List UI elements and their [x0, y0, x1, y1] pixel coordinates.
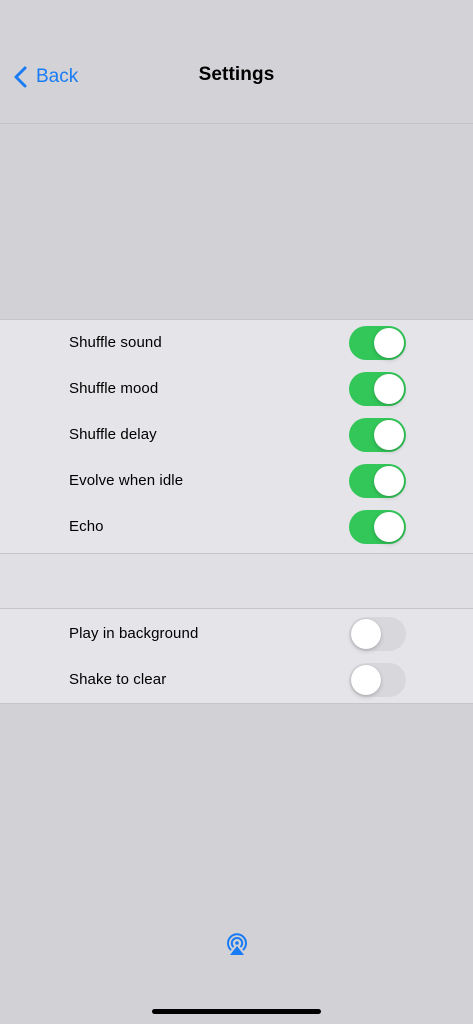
- row-shuffle-delay: Shuffle delay: [0, 412, 473, 458]
- section-spacer: [0, 554, 473, 608]
- page-title: Settings: [198, 64, 275, 85]
- toggle-section-shuffle: Shuffle sound Shuffle mood Shuffle delay…: [0, 319, 473, 554]
- shake-to-clear-toggle[interactable]: [349, 663, 406, 697]
- shuffle-sound-label: Shuffle sound: [69, 334, 162, 351]
- shuffle-mood-toggle[interactable]: [349, 372, 406, 406]
- toggle-knob: [374, 420, 404, 450]
- shuffle-sound-toggle[interactable]: [349, 326, 406, 360]
- row-shuffle-sound: Shuffle sound: [0, 320, 473, 366]
- toggle-knob: [374, 328, 404, 358]
- home-indicator: [152, 1009, 321, 1014]
- row-evolve-when-idle: Evolve when idle: [0, 458, 473, 504]
- row-shake-to-clear: Shake to clear: [0, 657, 473, 703]
- row-play-in-background: Play in background: [0, 611, 473, 657]
- row-shuffle-mood: Shuffle mood: [0, 366, 473, 412]
- row-echo: Echo: [0, 504, 473, 550]
- toggle-knob: [351, 619, 381, 649]
- toggle-knob: [374, 374, 404, 404]
- shuffle-mood-label: Shuffle mood: [69, 380, 159, 397]
- toggle-section-behavior: Play in background Shake to clear: [0, 608, 473, 704]
- play-in-background-toggle[interactable]: [349, 617, 406, 651]
- toggle-knob: [374, 512, 404, 542]
- shake-to-clear-label: Shake to clear: [69, 671, 167, 688]
- echo-toggle[interactable]: [349, 510, 406, 544]
- toggle-knob: [351, 665, 381, 695]
- echo-label: Echo: [69, 518, 104, 535]
- airplay-icon: [227, 933, 247, 955]
- shuffle-delay-toggle[interactable]: [349, 418, 406, 452]
- navigation-bar: Back Settings: [0, 0, 473, 124]
- airplay-button[interactable]: [224, 932, 250, 958]
- toggle-knob: [374, 466, 404, 496]
- shuffle-delay-label: Shuffle delay: [69, 426, 157, 443]
- evolve-when-idle-label: Evolve when idle: [69, 472, 184, 489]
- play-in-background-label: Play in background: [69, 625, 199, 642]
- evolve-when-idle-toggle[interactable]: [349, 464, 406, 498]
